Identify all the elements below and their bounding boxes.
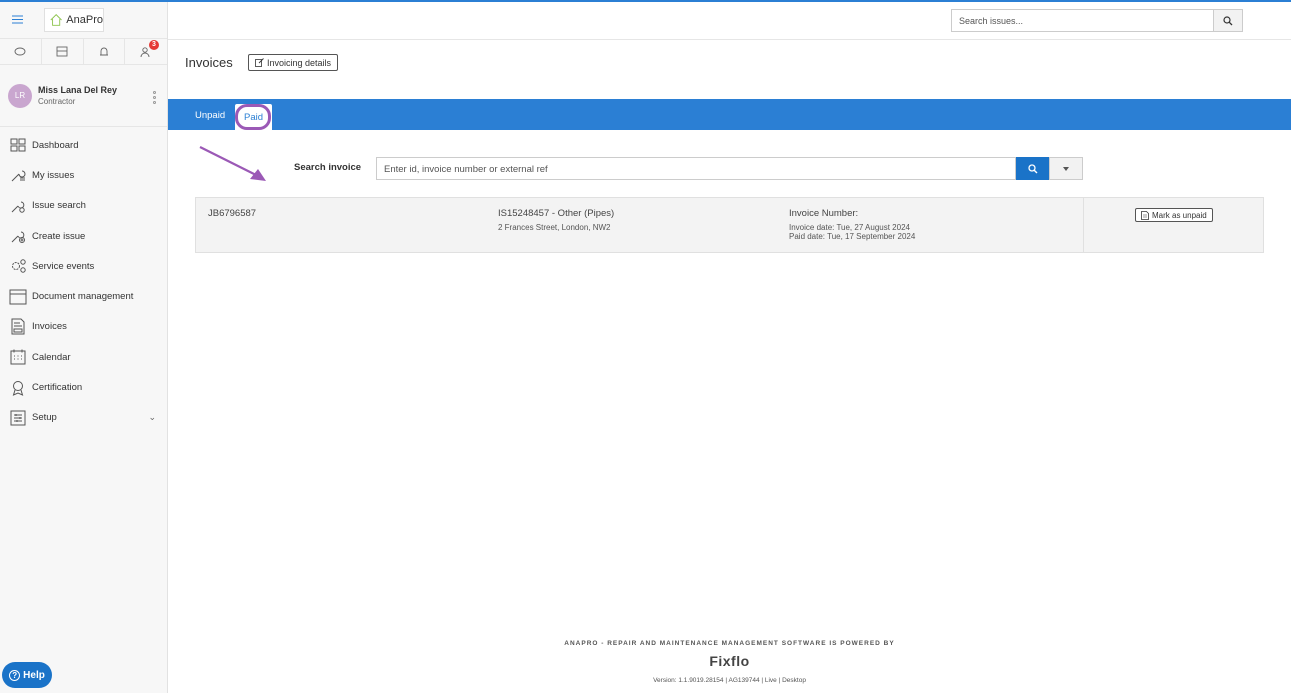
- sidebar-item-label: Invoices: [32, 321, 67, 333]
- invoice-date: Invoice date: Tue, 27 August 2024: [789, 223, 910, 232]
- invoice-tabs: Unpaid Paid: [168, 99, 1291, 130]
- annotation-arrow: [199, 146, 266, 181]
- sidebar-item-invoices[interactable]: Invoices: [0, 312, 167, 342]
- sidebar-item-label: Issue search: [32, 200, 86, 212]
- fixflo-logo[interactable]: Fixflo: [168, 653, 1291, 669]
- issue-search-button[interactable]: [1213, 9, 1243, 32]
- top-header: Search issues...: [168, 2, 1291, 40]
- edit-icon: [255, 58, 264, 67]
- app-logo-text: AnaPro: [66, 14, 103, 26]
- bell-icon[interactable]: [84, 38, 126, 65]
- sidebar-item-document-management[interactable]: Document management: [0, 281, 167, 311]
- version-info: Version: 1.1.9019.28154 | AG139744 | Liv…: [653, 677, 806, 684]
- user-profile[interactable]: LR Miss Lana Del Rey Contractor: [0, 65, 167, 127]
- sidebar-item-my-issues[interactable]: My issues: [0, 160, 167, 190]
- sidebar-item-setup[interactable]: Setup ⌄: [0, 403, 167, 433]
- inbox-icon[interactable]: [42, 38, 84, 65]
- dashboard-icon: [9, 136, 27, 154]
- sidebar: AnaPro 3 LR Miss Lana Del Rey Contractor…: [0, 2, 168, 693]
- sidebar-item-label: Create issue: [32, 230, 86, 242]
- search-options-dropdown[interactable]: [1049, 157, 1083, 180]
- sidebar-item-service-events[interactable]: Service events: [0, 251, 167, 281]
- users-icon[interactable]: 3: [125, 39, 167, 65]
- hamburger-menu-icon[interactable]: [12, 14, 24, 26]
- sidebar-item-dashboard[interactable]: Dashboard: [0, 130, 167, 160]
- sidebar-item-label: Document management: [32, 291, 134, 303]
- help-label: Help: [23, 669, 45, 681]
- gears-icon: [9, 257, 27, 275]
- powered-by-text: ANAPRO - REPAIR AND MAINTENANCE MANAGEME…: [564, 640, 895, 647]
- sidebar-quick-icons: 3: [0, 38, 167, 65]
- search-icon: [1223, 15, 1233, 25]
- sidebar-item-create-issue[interactable]: Create issue: [0, 221, 167, 251]
- invoice-icon: [9, 318, 27, 336]
- chevron-down-icon[interactable]: ⌄: [148, 412, 156, 423]
- row-divider: [1083, 198, 1084, 252]
- issue-search-input[interactable]: Search issues...: [951, 9, 1213, 32]
- job-reference[interactable]: JB6796587: [208, 208, 256, 219]
- caret-down-icon: [1063, 166, 1069, 171]
- house-icon: [50, 14, 62, 26]
- sidebar-item-label: Certification: [32, 382, 83, 394]
- user-name: Miss Lana Del Rey: [38, 85, 118, 95]
- sidebar-item-label: Service events: [32, 260, 95, 272]
- user-role: Contractor: [38, 97, 76, 106]
- file-icon: [1141, 210, 1149, 220]
- invoice-row: JB6796587 IS15248457 - Other (Pipes) 2 F…: [195, 197, 1264, 253]
- sidebar-item-label: Dashboard: [32, 139, 79, 151]
- search-invoice-input[interactable]: Enter id, invoice number or external ref: [376, 157, 1016, 180]
- sidebar-item-label: Setup: [32, 412, 57, 424]
- calendar-icon: [9, 348, 27, 366]
- search-invoice-button[interactable]: [1016, 157, 1049, 180]
- mark-as-unpaid-label: Mark as unpaid: [1152, 210, 1207, 220]
- create-issue-icon: [9, 227, 27, 245]
- sidebar-item-label: My issues: [32, 169, 75, 181]
- issue-title[interactable]: IS15248457 - Other (Pipes): [498, 208, 614, 219]
- page-titlebar: Invoices Invoicing details: [168, 40, 1291, 99]
- issue-search: Search issues...: [951, 9, 1243, 32]
- invoicing-details-label: Invoicing details: [267, 57, 332, 68]
- certificate-icon: [9, 379, 27, 397]
- paid-date: Paid date: Tue, 17 September 2024: [789, 232, 916, 241]
- avatar: LR: [8, 83, 32, 108]
- search-invoice-label: Search invoice: [294, 162, 362, 173]
- wrench-icon: [9, 166, 27, 184]
- issue-address: 2 Frances Street, London, NW2: [498, 223, 611, 232]
- sidebar-nav: Dashboard My issues Issue search Create …: [0, 130, 167, 433]
- invoice-number-label: Invoice Number:: [789, 208, 859, 219]
- question-icon: ?: [9, 669, 21, 681]
- invoicing-details-button[interactable]: Invoicing details: [248, 54, 339, 71]
- sidebar-item-label: Calendar: [32, 351, 71, 363]
- sidebar-item-calendar[interactable]: Calendar: [0, 342, 167, 372]
- tab-paid[interactable]: Paid: [235, 104, 273, 130]
- app-logo[interactable]: AnaPro: [44, 8, 104, 32]
- chat-icon[interactable]: [0, 38, 42, 65]
- sidebar-item-issue-search[interactable]: Issue search: [0, 191, 167, 221]
- setup-icon: [9, 409, 27, 427]
- document-icon: [9, 288, 27, 306]
- sidebar-item-certification[interactable]: Certification: [0, 372, 167, 402]
- tab-unpaid[interactable]: Unpaid: [186, 104, 234, 127]
- mark-as-unpaid-button[interactable]: Mark as unpaid: [1135, 208, 1213, 222]
- notification-badge: 3: [149, 39, 159, 50]
- sidebar-top: AnaPro: [0, 2, 167, 39]
- search-icon: [1027, 163, 1037, 173]
- help-button[interactable]: ? Help: [2, 662, 52, 688]
- page-title: Invoices: [185, 55, 233, 70]
- search-wrench-icon: [9, 197, 27, 215]
- kebab-menu-icon[interactable]: [153, 91, 156, 104]
